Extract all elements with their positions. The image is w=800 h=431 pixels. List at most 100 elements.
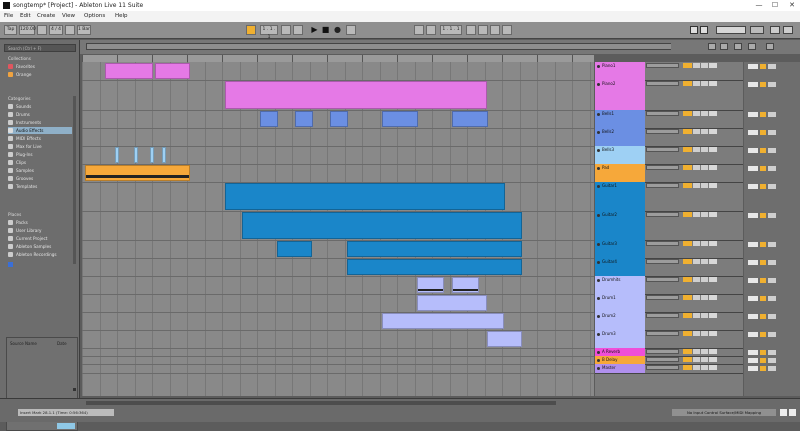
solo-button[interactable]: [693, 129, 700, 134]
overview-toggle-e[interactable]: [766, 43, 774, 50]
track-lane[interactable]: [82, 294, 594, 313]
volume-field[interactable]: [709, 212, 717, 217]
track-header[interactable]: Piano2: [595, 80, 743, 111]
pan-field[interactable]: [768, 358, 776, 363]
track-header[interactable]: Bells3: [595, 146, 743, 165]
track-activator[interactable]: [683, 183, 692, 188]
menu-view[interactable]: View: [62, 13, 75, 19]
collection-orange[interactable]: Orange: [8, 71, 72, 78]
pan-field[interactable]: [768, 64, 776, 69]
pan-field[interactable]: [768, 278, 776, 283]
track-name[interactable]: Master: [595, 364, 645, 373]
solo-button[interactable]: [693, 183, 700, 188]
arm-button[interactable]: [701, 111, 708, 116]
send-field[interactable]: [748, 82, 758, 87]
track-lane[interactable]: [82, 312, 594, 331]
menu-file[interactable]: File: [4, 13, 13, 19]
time-signature-field[interactable]: 4 / 4: [49, 25, 63, 35]
fold-icon[interactable]: [597, 130, 600, 134]
volume-field[interactable]: [709, 147, 717, 152]
fold-icon[interactable]: [597, 358, 600, 362]
arrangement-clip[interactable]: [330, 111, 348, 127]
arm-button[interactable]: [701, 295, 708, 300]
fold-icon[interactable]: [597, 366, 600, 370]
pan-field[interactable]: [768, 332, 776, 337]
info-resize-icon[interactable]: [73, 388, 76, 391]
arrangement-clip[interactable]: [382, 313, 504, 329]
output-button[interactable]: [760, 242, 766, 247]
track-name[interactable]: Bells2: [595, 128, 645, 146]
menu-edit[interactable]: Edit: [20, 13, 31, 19]
pan-field[interactable]: [768, 366, 776, 371]
track-name[interactable]: Guitar2: [595, 211, 645, 240]
arrangement-clip[interactable]: [115, 147, 119, 163]
fold-icon[interactable]: [597, 242, 600, 246]
add-folder-icon[interactable]: [8, 262, 13, 267]
menu-options[interactable]: Options: [84, 13, 105, 19]
arm-button[interactable]: [701, 212, 708, 217]
arrangement-clip[interactable]: [417, 277, 444, 293]
horizontal-scrollbar[interactable]: [86, 401, 556, 405]
arrangement-clip[interactable]: [417, 295, 487, 311]
arm-button[interactable]: [701, 241, 708, 246]
arrangement-clip[interactable]: [242, 212, 522, 239]
track-header[interactable]: Guitar1: [595, 182, 743, 212]
nudge-button[interactable]: [37, 25, 47, 35]
fold-icon[interactable]: [597, 314, 600, 318]
input-routing-chooser[interactable]: [646, 331, 679, 336]
track-lane[interactable]: [82, 258, 594, 277]
arrangement-clip[interactable]: [134, 147, 138, 163]
track-name[interactable]: Guitar4: [595, 258, 645, 276]
solo-button[interactable]: [693, 331, 700, 336]
track-activator[interactable]: [683, 331, 692, 336]
pan-field[interactable]: [768, 296, 776, 301]
output-button[interactable]: [760, 148, 766, 153]
arrangement-clip[interactable]: [162, 147, 166, 163]
solo-button[interactable]: [693, 365, 700, 370]
arrangement-clip[interactable]: [452, 111, 488, 127]
pan-field[interactable]: [768, 82, 776, 87]
draw-mode-button[interactable]: [478, 25, 488, 35]
pan-field[interactable]: [768, 242, 776, 247]
fold-icon[interactable]: [597, 82, 600, 86]
pan-field[interactable]: [768, 166, 776, 171]
track-lane[interactable]: [82, 364, 594, 374]
arm-button[interactable]: [701, 365, 708, 370]
track-activator[interactable]: [683, 349, 692, 354]
pan-field[interactable]: [768, 314, 776, 319]
pan-field[interactable]: [768, 148, 776, 153]
arm-button[interactable]: [701, 165, 708, 170]
track-header[interactable]: Drum2: [595, 312, 743, 331]
track-lane[interactable]: [82, 128, 594, 147]
solo-button[interactable]: [693, 147, 700, 152]
metronome-button[interactable]: [65, 25, 75, 35]
output-button[interactable]: [760, 112, 766, 117]
arrangement-clip[interactable]: [105, 63, 153, 79]
place-user-library[interactable]: User Library: [8, 227, 72, 234]
volume-field[interactable]: [709, 295, 717, 300]
send-field[interactable]: [748, 366, 758, 371]
track-activator[interactable]: [683, 165, 692, 170]
song-position-field[interactable]: 1 . 1 . 1: [260, 25, 278, 40]
arm-button[interactable]: [701, 259, 708, 264]
arrangement-clip[interactable]: [150, 147, 154, 163]
track-name[interactable]: Piano1: [595, 62, 645, 80]
pan-field[interactable]: [768, 112, 776, 117]
input-routing-chooser[interactable]: [646, 259, 679, 264]
track-lane[interactable]: [82, 330, 594, 349]
track-lane[interactable]: [82, 62, 594, 81]
track-name[interactable]: Bells1: [595, 110, 645, 128]
input-routing-chooser[interactable]: [646, 81, 679, 86]
solo-button[interactable]: [693, 313, 700, 318]
loop-switch[interactable]: [414, 25, 424, 35]
solo-button[interactable]: [693, 259, 700, 264]
place-ableton-recordings[interactable]: Ableton Recordings: [8, 251, 72, 258]
loop-length-button[interactable]: [293, 25, 303, 35]
punch-in-button[interactable]: [426, 25, 436, 35]
input-routing-chooser[interactable]: [646, 313, 679, 318]
play-button[interactable]: ▶: [310, 25, 319, 35]
track-activator[interactable]: [683, 313, 692, 318]
arrangement-clip[interactable]: [382, 111, 418, 127]
send-field[interactable]: [748, 242, 758, 247]
arm-button[interactable]: [701, 349, 708, 354]
